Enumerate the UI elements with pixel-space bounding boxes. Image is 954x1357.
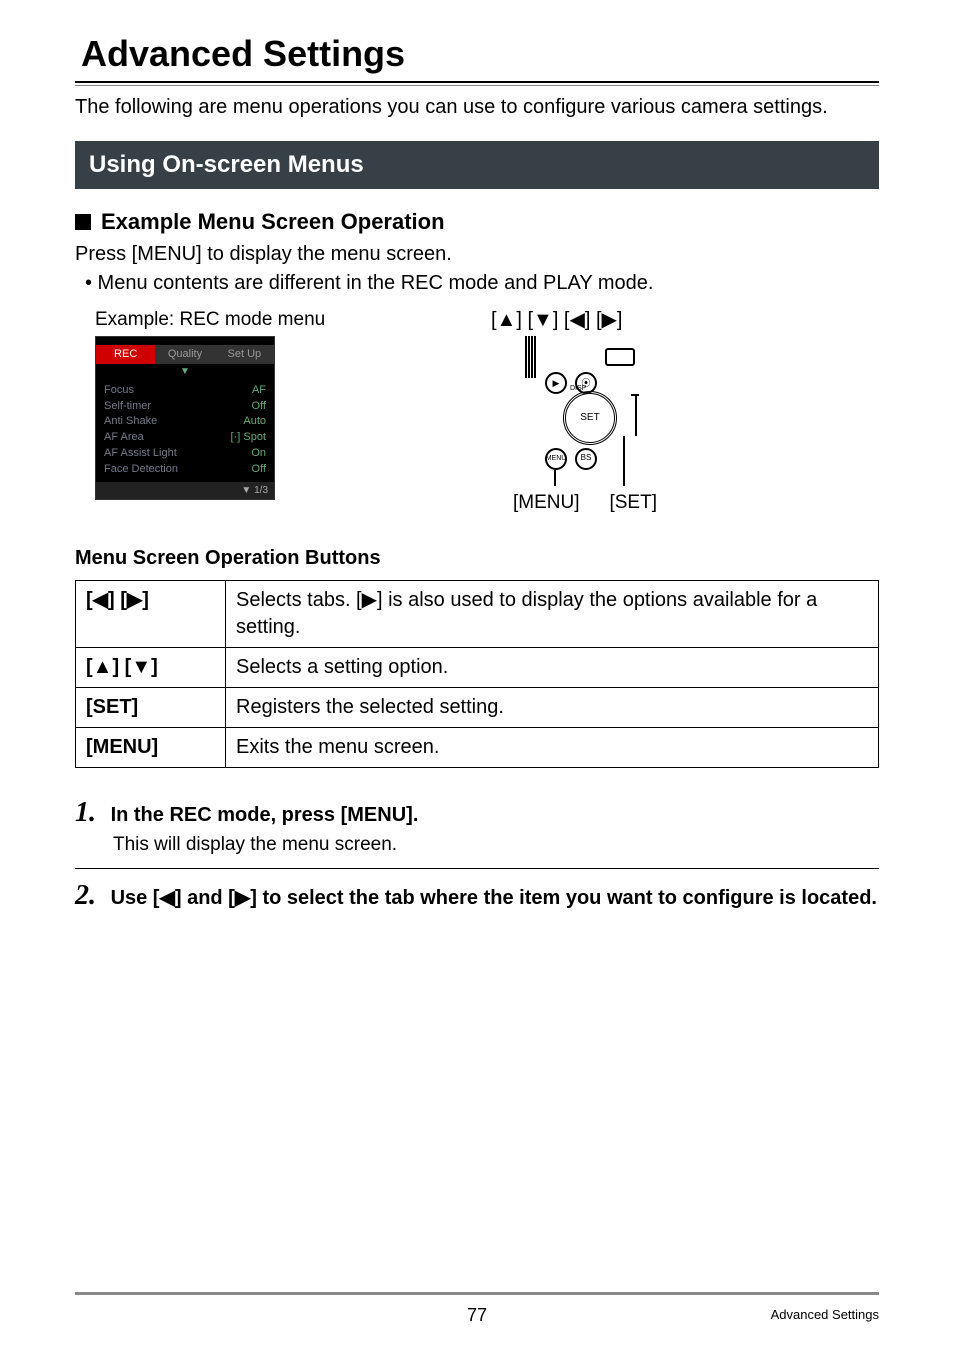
table-row: [◀] [▶] Selects tabs. [▶] is also used t… bbox=[76, 581, 879, 648]
footer-breadcrumb: Advanced Settings bbox=[771, 1306, 879, 1324]
title-underline bbox=[75, 81, 879, 86]
camera-menu-item-value: Off bbox=[252, 399, 266, 414]
step-title: In the REC mode, press [MENU]. bbox=[111, 804, 419, 826]
page-number: 77 bbox=[75, 1303, 879, 1327]
table-desc: Selects a setting option. bbox=[226, 648, 879, 688]
footer: 77 Advanced Settings bbox=[75, 1292, 879, 1327]
camera-menu-item: AF Area [·] Spot bbox=[104, 430, 266, 445]
camera-page-indicator: ▼ 1/3 bbox=[96, 482, 274, 500]
table-key: [MENU] bbox=[76, 728, 226, 768]
step-2: 2. Use [◀] and [▶] to select the tab whe… bbox=[75, 877, 879, 915]
disp-label: DISP bbox=[570, 384, 586, 393]
bs-button-icon: BS bbox=[575, 448, 597, 470]
camera-menu-item-value: AF bbox=[252, 383, 266, 398]
camera-body-diagram: ▶ ⦿ SET DISP MENU BS bbox=[475, 336, 695, 496]
control-wheel-icon: SET bbox=[563, 391, 617, 445]
table-row: [MENU] Exits the menu screen. bbox=[76, 728, 879, 768]
callout-set-line-icon bbox=[623, 436, 625, 486]
callout-menu-line-icon bbox=[554, 470, 556, 486]
set-button-label: SET bbox=[580, 411, 599, 425]
example-menu-block: Example: REC mode menu REC Quality Set U… bbox=[95, 307, 395, 501]
callout-bar-icon bbox=[631, 394, 639, 396]
camera-menu-item-label: Focus bbox=[104, 383, 134, 398]
table-key: [◀] [▶] bbox=[76, 581, 226, 648]
camera-tab-arrow-icon: ▼ bbox=[96, 365, 274, 379]
camera-menu-item-value: Off bbox=[252, 462, 266, 477]
illustration-row: Example: REC mode menu REC Quality Set U… bbox=[75, 307, 879, 516]
camera-tab-rec: REC bbox=[96, 345, 155, 364]
camera-menu-item: Face Detection Off bbox=[104, 462, 266, 477]
camera-menu-item: Focus AF bbox=[104, 383, 266, 398]
step-number: 1. bbox=[75, 794, 105, 832]
table-desc: Exits the menu screen. bbox=[226, 728, 879, 768]
example-label: Example: REC mode menu bbox=[95, 307, 395, 333]
callout-lines-icon bbox=[525, 336, 527, 378]
table-desc: Selects tabs. [▶] is also used to displa… bbox=[226, 581, 879, 648]
camera-screen: REC Quality Set Up ▼ Focus AF Self-timer O… bbox=[95, 336, 275, 500]
camera-menu-item-label: Face Detection bbox=[104, 462, 178, 477]
table-key: [▲] [▼] bbox=[76, 648, 226, 688]
camera-menu-item-label: Anti Shake bbox=[104, 414, 157, 429]
camera-menu-item-value: [·] Spot bbox=[231, 430, 266, 445]
camera-menu-item-label: AF Assist Light bbox=[104, 446, 177, 461]
intro-text: The following are menu operations you ca… bbox=[75, 94, 879, 121]
camera-menu-item: AF Assist Light On bbox=[104, 446, 266, 461]
table-key: [SET] bbox=[76, 688, 226, 728]
menu-button-icon: MENU bbox=[545, 448, 567, 470]
callout-line-icon bbox=[635, 396, 637, 436]
table-row: [▲] [▼] Selects a setting option. bbox=[76, 648, 879, 688]
play-button-icon: ▶ bbox=[545, 372, 567, 394]
camera-tab-quality: Quality bbox=[155, 345, 214, 364]
page-title: Advanced Settings bbox=[81, 30, 879, 79]
table-title: Menu Screen Operation Buttons bbox=[75, 545, 879, 572]
subsection-heading: Example Menu Screen Operation bbox=[75, 207, 879, 237]
press-menu-text: Press [MENU] to display the menu screen. bbox=[75, 241, 879, 268]
table-row: [SET] Registers the selected setting. bbox=[76, 688, 879, 728]
flash-icon bbox=[605, 348, 635, 366]
camera-menu-item: Self-timer Off bbox=[104, 399, 266, 414]
subsection-heading-text: Example Menu Screen Operation bbox=[101, 207, 445, 237]
bullet-note: • Menu contents are different in the REC… bbox=[85, 270, 879, 297]
step-separator bbox=[75, 868, 879, 869]
camera-diagram-block: [▲] [▼] [◀] [▶] ▶ ⦿ SET DISP MENU BS [ME… bbox=[455, 307, 715, 516]
section-heading-bar: Using On-screen Menus bbox=[75, 141, 879, 189]
step-body: This will display the menu screen. bbox=[113, 832, 879, 858]
camera-tab-row: REC Quality Set Up bbox=[96, 345, 274, 364]
camera-menu-item: Anti Shake Auto bbox=[104, 414, 266, 429]
camera-menu-item-label: AF Area bbox=[104, 430, 144, 445]
step-title: Use [◀] and [▶] to select the tab where … bbox=[111, 887, 877, 909]
camera-menu-item-value: Auto bbox=[243, 414, 266, 429]
camera-tab-setup: Set Up bbox=[215, 345, 274, 364]
arrows-label: [▲] [▼] [◀] [▶] bbox=[491, 307, 715, 334]
table-desc: Registers the selected setting. bbox=[226, 688, 879, 728]
operation-buttons-table: [◀] [▶] Selects tabs. [▶] is also used t… bbox=[75, 580, 879, 768]
camera-menu-list: Focus AF Self-timer Off Anti Shake Auto AF … bbox=[96, 380, 274, 482]
camera-menu-item-value: On bbox=[251, 446, 266, 461]
step-1: 1. In the REC mode, press [MENU]. This w… bbox=[75, 794, 879, 857]
step-number: 2. bbox=[75, 877, 105, 915]
camera-menu-item-label: Self-timer bbox=[104, 399, 151, 414]
